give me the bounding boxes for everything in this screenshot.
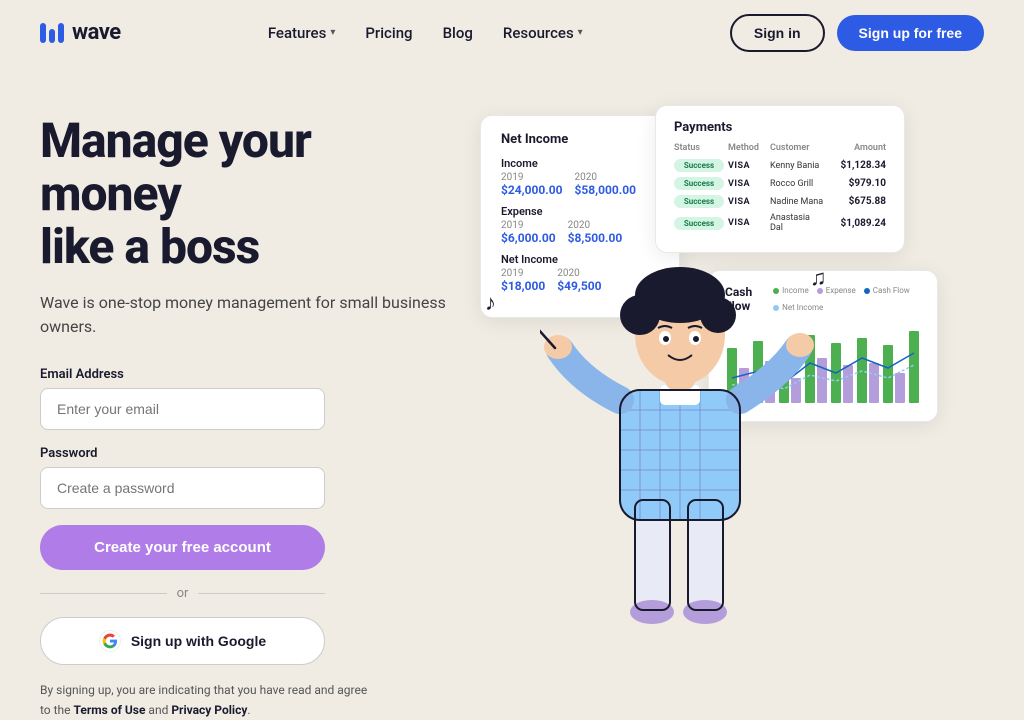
income-card-title: Net Income [501,132,659,147]
create-account-button[interactable]: Create your free account [40,525,325,570]
chevron-down-icon: ▾ [578,27,583,38]
email-label: Email Address [40,367,460,382]
logo: wave [40,20,121,45]
nav-pricing[interactable]: Pricing [365,24,412,42]
header: wave Features ▾ Pricing Blog Resources ▾… [0,0,1024,65]
signup-button[interactable]: Sign up for free [837,15,984,51]
google-signup-button[interactable]: Sign up with Google [40,617,325,665]
google-icon [99,630,121,652]
subheadline: Wave is one-stop money management for sm… [40,291,460,339]
nav-features[interactable]: Features ▾ [268,24,336,42]
nav-buttons: Sign in Sign up for free [730,14,984,52]
logo-bar-1 [40,23,46,43]
headline: Manage your money like a boss [40,115,460,273]
divider-line-left [40,593,167,594]
table-row: Success VISA Rocco Grill $979.10 [674,177,886,190]
password-label: Password [40,446,460,461]
logo-text: wave [72,20,121,45]
table-row: Success VISA Kenny Bania $1,128.34 [674,159,886,172]
logo-bar-3 [58,23,64,43]
payments-header: Status Method Customer Amount [674,143,886,153]
google-btn-label: Sign up with Google [131,633,266,649]
signin-button[interactable]: Sign in [730,14,825,52]
left-panel: Manage your money like a boss Wave is on… [40,95,460,660]
right-panel: Net Income Income 2019 $24,000.00 2020 $… [460,95,984,660]
divider-line-right [198,593,325,594]
person-svg [540,200,820,660]
nav-resources[interactable]: Resources ▾ [503,24,583,42]
privacy-link[interactable]: Privacy Policy [171,703,247,717]
terms-text: By signing up, you are indicating that y… [40,681,380,719]
email-input[interactable] [40,388,325,430]
main-content: Manage your money like a boss Wave is on… [0,65,1024,660]
password-input[interactable] [40,467,325,509]
nav-blog[interactable]: Blog [443,24,473,42]
terms-link[interactable]: Terms of Use [74,703,146,717]
logo-bar-2 [49,29,55,43]
music-note-icon: ♪ [485,290,496,316]
or-text: or [177,586,189,601]
logo-icon [40,23,64,43]
hero-illustration [540,200,820,660]
payments-card-title: Payments [674,120,886,135]
main-nav: Features ▾ Pricing Blog Resources ▾ [268,24,583,42]
or-divider: or [40,586,325,601]
chevron-down-icon: ▾ [330,27,335,38]
income-section: Income 2019 $24,000.00 2020 $58,000.00 [501,157,659,197]
